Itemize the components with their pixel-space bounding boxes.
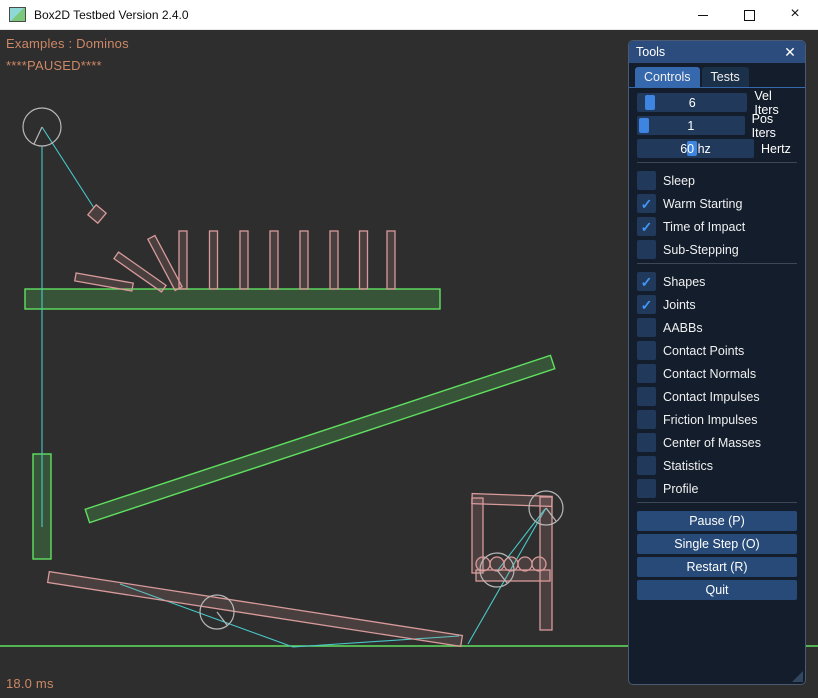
checkbox-box[interactable] xyxy=(637,456,656,475)
checkbox-sleep[interactable]: Sleep xyxy=(637,171,797,190)
checkbox-label: Warm Starting xyxy=(663,197,742,211)
checkbox-time-of-impact[interactable]: ✓ Time of Impact xyxy=(637,217,797,236)
slider-value: 6 xyxy=(689,96,696,110)
checkbox-label: Statistics xyxy=(663,459,713,473)
tools-panel-titlebar[interactable]: Tools ✕ xyxy=(629,41,805,63)
quit-button[interactable]: Quit xyxy=(637,580,797,600)
checkbox-box[interactable] xyxy=(637,364,656,383)
slider-pos-iters: 1 Pos Iters xyxy=(637,116,797,135)
slider-value: 1 xyxy=(687,119,694,133)
domino[interactable] xyxy=(300,231,308,289)
checkbox-label: Contact Normals xyxy=(663,367,756,381)
domino-platform[interactable] xyxy=(25,289,440,309)
checkbox-box[interactable] xyxy=(637,240,656,259)
checkbox-center-of-masses[interactable]: Center of Masses xyxy=(637,433,797,452)
domino[interactable] xyxy=(210,231,218,289)
pause-button[interactable]: Pause (P) xyxy=(637,511,797,531)
checkbox-box[interactable] xyxy=(637,433,656,452)
domino[interactable] xyxy=(179,231,187,289)
domino-fallen[interactable] xyxy=(75,273,134,291)
checkbox-label: Friction Impulses xyxy=(663,413,757,427)
checkbox-warm-starting[interactable]: ✓ Warm Starting xyxy=(637,194,797,213)
checkbox-label: Sub-Stepping xyxy=(663,243,739,257)
tab-tests[interactable]: Tests xyxy=(702,67,749,87)
tools-panel-title: Tools xyxy=(636,45,782,59)
checkbox-box[interactable] xyxy=(637,171,656,190)
checkbox-box[interactable]: ✓ xyxy=(637,194,656,213)
checkbox-shapes[interactable]: ✓ Shapes xyxy=(637,272,797,291)
checkbox-aabbs[interactable]: AABBs xyxy=(637,318,797,337)
tab-controls[interactable]: Controls xyxy=(635,67,700,87)
checkbox-contact-points[interactable]: Contact Points xyxy=(637,341,797,360)
check-icon: ✓ xyxy=(641,197,653,211)
checkbox-box[interactable] xyxy=(637,341,656,360)
restart-button[interactable]: Restart (R) xyxy=(637,557,797,577)
checkbox-label: Profile xyxy=(663,482,698,496)
checkbox-label: AABBs xyxy=(663,321,703,335)
bottom-plank[interactable] xyxy=(48,572,463,647)
checkbox-label: Sleep xyxy=(663,174,695,188)
checkbox-label: Contact Points xyxy=(663,344,744,358)
vel-iters-slider[interactable]: 6 xyxy=(637,93,747,112)
dynamic-bodies[interactable] xyxy=(48,205,553,647)
check-icon: ✓ xyxy=(641,220,653,234)
example-label: Examples : Dominos xyxy=(6,36,129,51)
panel-close-button[interactable]: ✕ xyxy=(782,44,798,60)
checkbox-contact-impulses[interactable]: Contact Impulses xyxy=(637,387,797,406)
checkbox-box[interactable]: ✓ xyxy=(637,217,656,236)
tab-bar: Controls Tests xyxy=(629,63,805,88)
slider-grab[interactable] xyxy=(639,118,649,133)
checkbox-label: Time of Impact xyxy=(663,220,745,234)
check-icon: ✓ xyxy=(641,298,653,312)
single-step-button[interactable]: Single Step (O) xyxy=(637,534,797,554)
slider-label: Pos Iters xyxy=(752,112,797,140)
checkbox-box[interactable] xyxy=(637,387,656,406)
checkbox-box[interactable] xyxy=(637,479,656,498)
paused-label: ****PAUSED**** xyxy=(6,58,102,73)
hanging-box[interactable] xyxy=(88,205,106,223)
pos-iters-slider[interactable]: 1 xyxy=(637,116,745,135)
checkbox-box[interactable] xyxy=(637,410,656,429)
resize-grip[interactable] xyxy=(792,671,803,682)
check-icon: ✓ xyxy=(641,275,653,289)
slider-value: 60 hz xyxy=(680,142,711,156)
checkbox-label: Contact Impulses xyxy=(663,390,760,404)
checkbox-box[interactable]: ✓ xyxy=(637,272,656,291)
domino[interactable] xyxy=(240,231,248,289)
checkbox-contact-normals[interactable]: Contact Normals xyxy=(637,364,797,383)
slider-grab[interactable] xyxy=(645,95,655,110)
separator xyxy=(637,263,797,264)
checkbox-label: Joints xyxy=(663,298,696,312)
domino[interactable] xyxy=(387,231,395,289)
domino[interactable] xyxy=(270,231,278,289)
domino[interactable] xyxy=(360,231,368,289)
checkbox-label: Shapes xyxy=(663,275,705,289)
hertz-slider[interactable]: 60 hz xyxy=(637,139,754,158)
slider-hertz: 60 hz Hertz xyxy=(637,139,797,158)
app-window: Box2D Testbed Version 2.4.0 × xyxy=(0,0,818,698)
frame-time-label: 18.0 ms xyxy=(6,676,54,691)
checkbox-profile[interactable]: Profile xyxy=(637,479,797,498)
checkbox-label: Center of Masses xyxy=(663,436,761,450)
slider-label: Hertz xyxy=(761,142,791,156)
checkbox-friction-impulses[interactable]: Friction Impulses xyxy=(637,410,797,429)
separator xyxy=(637,502,797,503)
tools-panel: Tools ✕ Controls Tests 6 Vel Iters 1 xyxy=(628,40,806,685)
checkbox-sub-stepping[interactable]: Sub-Stepping xyxy=(637,240,797,259)
slider-vel-iters: 6 Vel Iters xyxy=(637,93,797,112)
checkbox-joints[interactable]: ✓ Joints xyxy=(637,295,797,314)
separator xyxy=(637,162,797,163)
checkbox-box[interactable] xyxy=(637,318,656,337)
domino[interactable] xyxy=(330,231,338,289)
checkbox-box[interactable]: ✓ xyxy=(637,295,656,314)
checkbox-statistics[interactable]: Statistics xyxy=(637,456,797,475)
panel-body: 6 Vel Iters 1 Pos Iters 60 hz Hertz xyxy=(629,88,805,600)
